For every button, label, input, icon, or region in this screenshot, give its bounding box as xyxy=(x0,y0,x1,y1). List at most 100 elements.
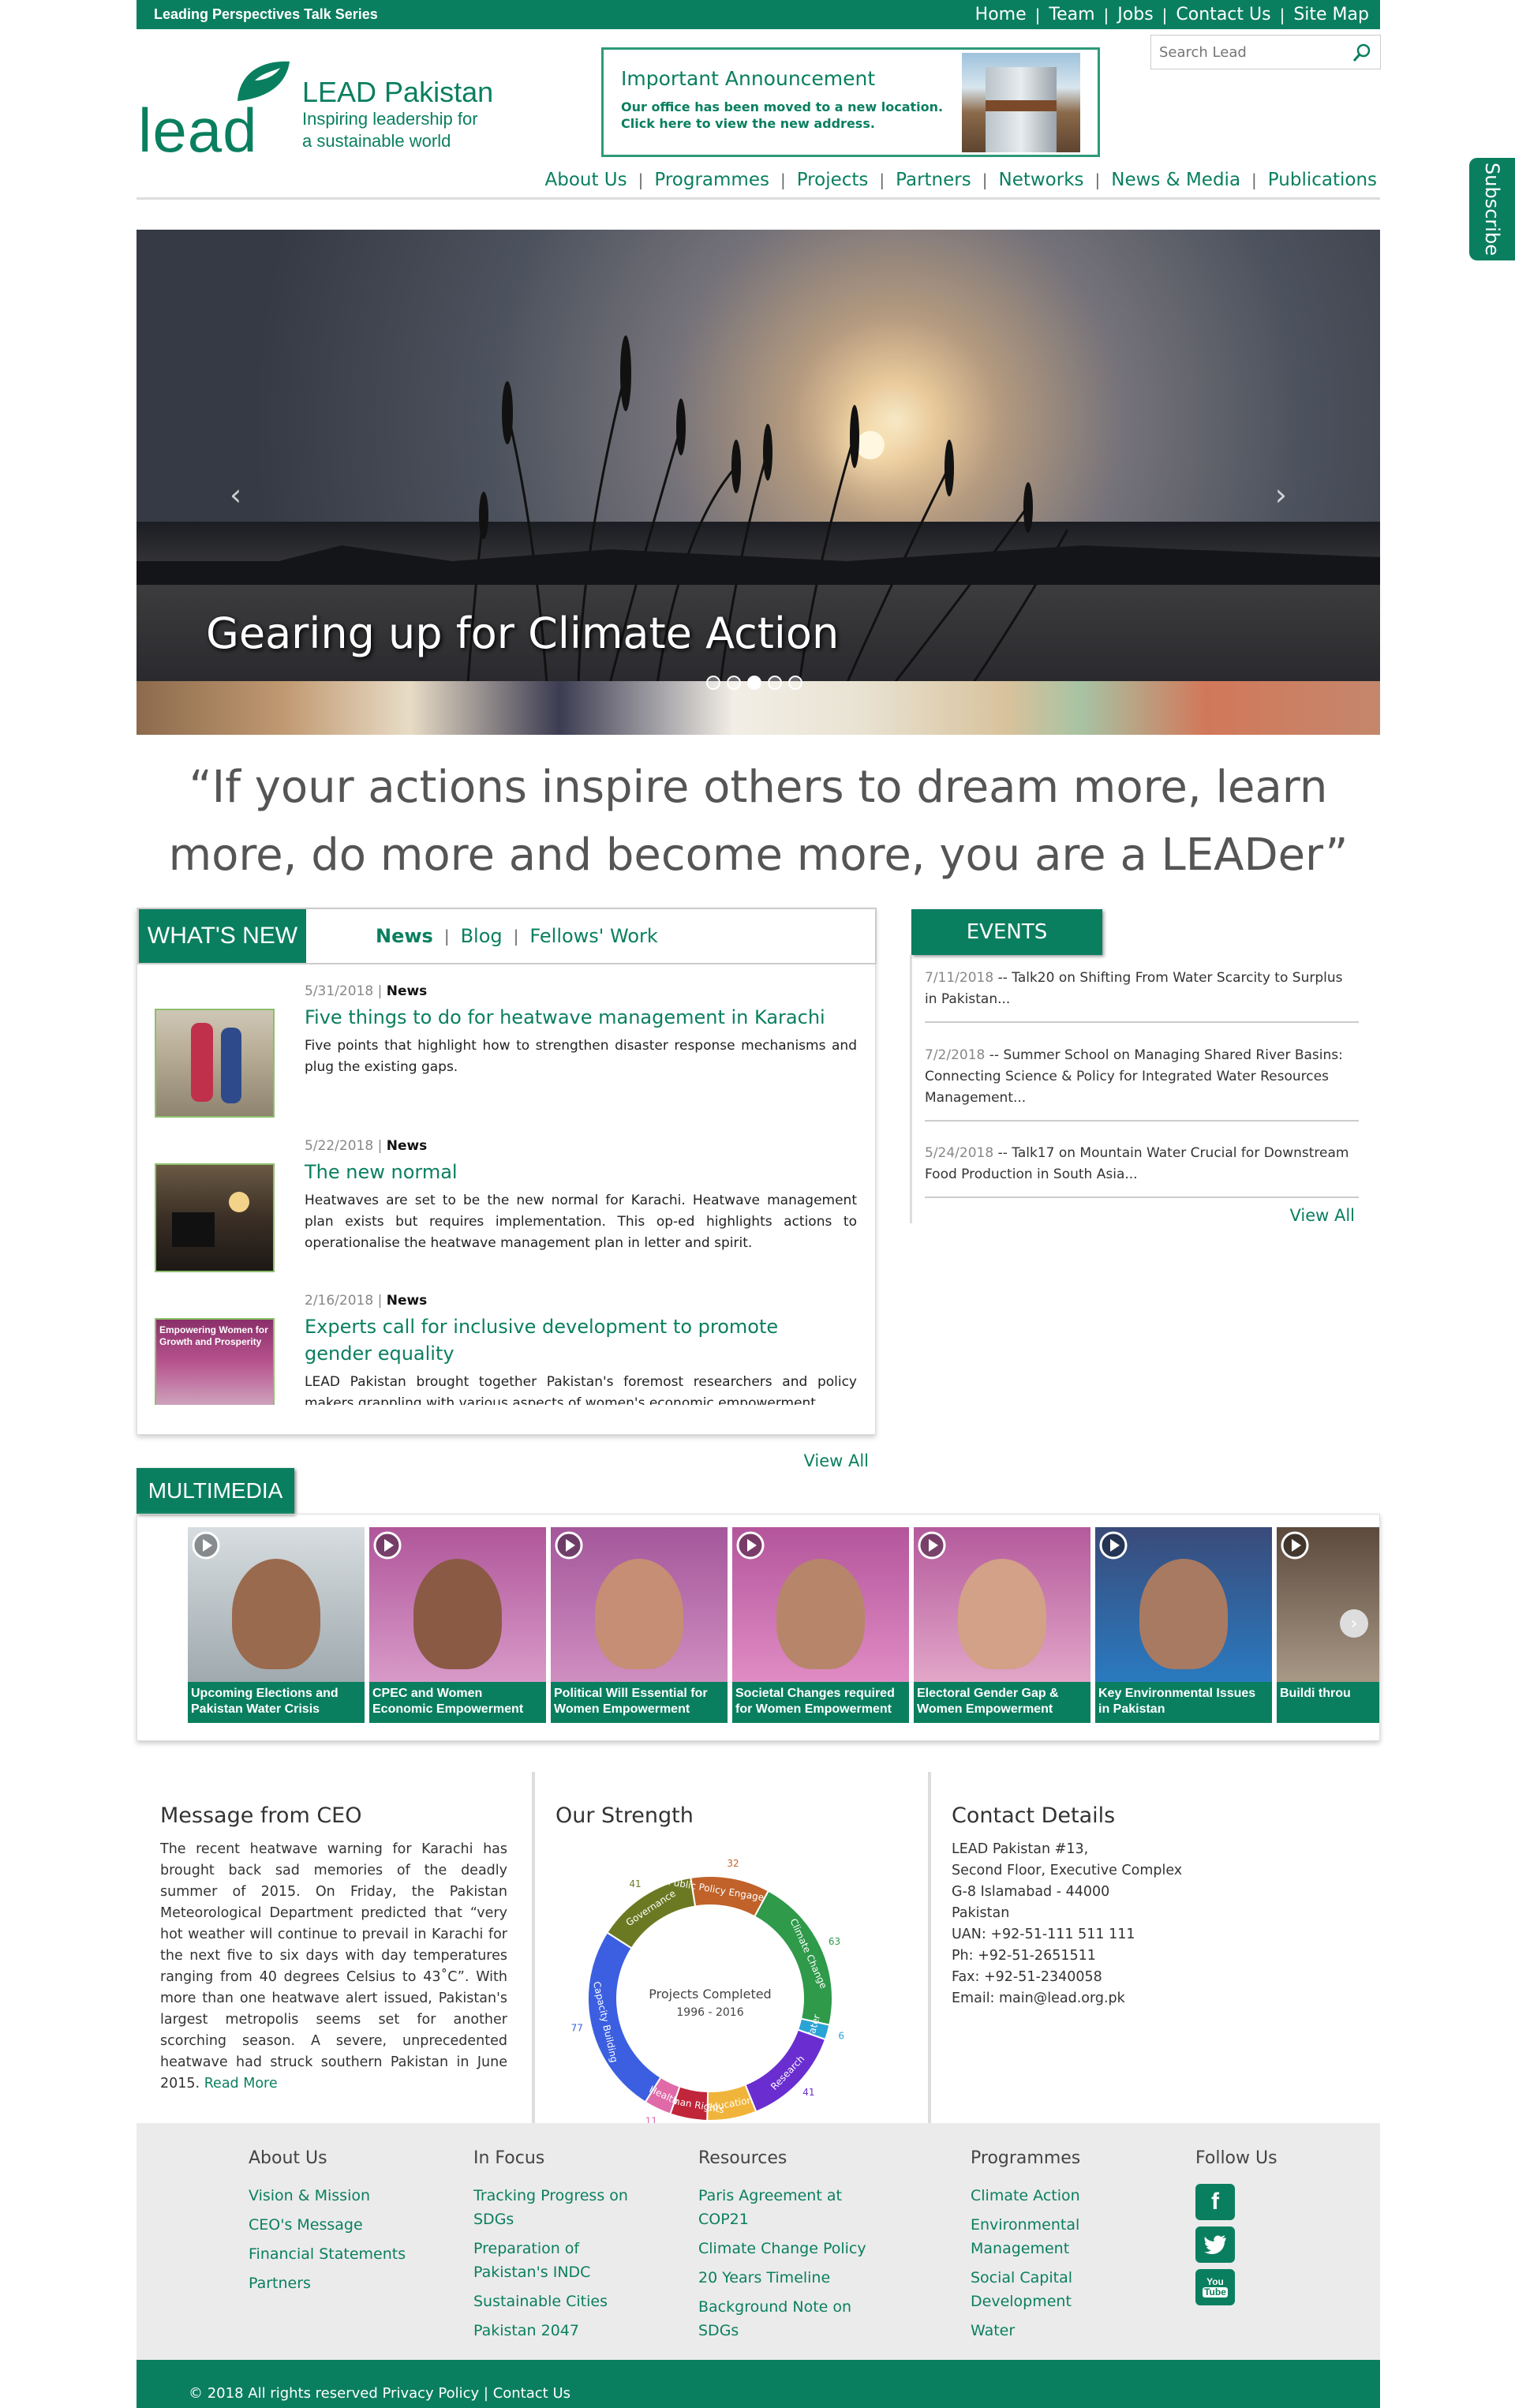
search-input[interactable] xyxy=(1151,36,1333,69)
footer-link[interactable]: Environmental Management xyxy=(971,2213,1120,2260)
video-caption: Key Environmental Issues in Pakistan xyxy=(1095,1682,1272,1723)
contact-line: UAN: +92-51-111 511 111 xyxy=(952,1927,1135,1942)
nav-publications[interactable]: Publications xyxy=(1268,170,1377,190)
leader-quote: “If your actions inspire others to dream… xyxy=(137,754,1380,889)
news-thumbnail[interactable] xyxy=(155,1009,275,1118)
event-item[interactable]: 7/11/2018 -- Talk20 on Shifting From Wat… xyxy=(925,968,1359,1023)
whats-new-header: WHAT'S NEW News | Blog | Fellows' Work xyxy=(137,908,877,964)
contact-line: Ph: +92-51-2651511 xyxy=(952,1948,1096,1964)
donut-slice xyxy=(753,1889,833,2026)
nav-news-media[interactable]: News & Media xyxy=(1111,170,1240,190)
video-card[interactable]: Electoral Gender Gap & Women Empowerment xyxy=(914,1527,1090,1723)
news-thumbnail[interactable] xyxy=(155,1163,275,1272)
top-nav-contact[interactable]: Contact Us xyxy=(1176,5,1270,24)
footer-link[interactable]: Paris Agreement at COP21 xyxy=(698,2184,888,2231)
search-icon[interactable] xyxy=(1352,43,1372,63)
tab-fellows-work[interactable]: Fellows' Work xyxy=(529,925,657,947)
nav-about-us[interactable]: About Us xyxy=(544,170,627,190)
donut-center-years: 1996 - 2016 xyxy=(676,2006,743,2019)
announcement-body[interactable]: Our office has been moved to a new locat… xyxy=(621,99,968,132)
contact-line: Second Floor, Executive Complex xyxy=(952,1863,1183,1878)
video-card[interactable]: Key Environmental Issues in Pakistan xyxy=(1095,1527,1272,1723)
contact-details: Contact Details LEAD Pakistan #13, Secon… xyxy=(952,1803,1315,2009)
event-item[interactable]: 7/2/2018 -- Summer School on Managing Sh… xyxy=(925,1045,1359,1122)
slider-dots xyxy=(706,676,802,690)
news-description: Heatwaves are set to be the new normal f… xyxy=(305,1193,857,1251)
footer-link[interactable]: Preparation of Pakistan's INDC xyxy=(473,2237,647,2284)
tab-news[interactable]: News xyxy=(376,925,433,947)
event-item[interactable]: 5/24/2018 -- Talk17 on Mountain Water Cr… xyxy=(925,1143,1359,1198)
logo-tagline: Inspiring leadership for xyxy=(302,109,478,129)
twitter-icon[interactable] xyxy=(1195,2226,1235,2263)
video-card[interactable]: CPEC and Women Economic Empowerment xyxy=(369,1527,546,1723)
play-icon xyxy=(555,1531,583,1560)
footer-link[interactable]: Water xyxy=(971,2319,1120,2342)
separator: | xyxy=(1094,170,1101,189)
events-view-all-link[interactable]: View All xyxy=(1289,1206,1355,1225)
read-more-link[interactable]: Read More xyxy=(204,2076,278,2092)
nav-networks[interactable]: Networks xyxy=(998,170,1083,190)
separator: | xyxy=(513,927,519,946)
top-nav-jobs[interactable]: Jobs xyxy=(1117,5,1153,24)
slider-dot-active[interactable] xyxy=(747,676,761,690)
video-card[interactable]: Societal Changes required for Women Empo… xyxy=(732,1527,909,1723)
top-nav-home[interactable]: Home xyxy=(975,5,1027,24)
news-title[interactable]: Experts call for inclusive development t… xyxy=(305,1313,841,1367)
slider-dot[interactable] xyxy=(706,676,720,690)
privacy-policy-link[interactable]: Privacy Policy xyxy=(383,2385,480,2402)
video-card[interactable]: Political Will Essential for Women Empow… xyxy=(551,1527,728,1723)
event-date: 7/11/2018 xyxy=(925,970,994,986)
video-caption: Buildi throu xyxy=(1277,1682,1379,1723)
footer-link[interactable]: Social Capital Development xyxy=(971,2266,1120,2313)
ceo-message: Message from CEO The recent heatwave war… xyxy=(160,1803,507,2095)
video-card[interactable]: Upcoming Elections and Pakistan Water Cr… xyxy=(188,1527,365,1723)
top-nav-sitemap[interactable]: Site Map xyxy=(1293,5,1369,24)
news-view-all-link[interactable]: View All xyxy=(803,1451,869,1470)
footer-link[interactable]: Partners xyxy=(249,2271,438,2295)
speaker-face xyxy=(595,1559,683,1669)
multimedia-carousel: Upcoming Elections and Pakistan Water Cr… xyxy=(137,1514,1380,1741)
footer-contact-link[interactable]: Contact Us xyxy=(493,2385,570,2402)
separator: | xyxy=(1103,5,1109,24)
slider-next-arrow[interactable]: › xyxy=(1275,477,1287,512)
footer-link[interactable]: Climate Change Policy xyxy=(698,2237,888,2260)
separator: | xyxy=(638,170,644,189)
nav-projects[interactable]: Projects xyxy=(797,170,869,190)
contact-line: Pakistan xyxy=(952,1905,1010,1921)
footer-link[interactable]: 20 Years Timeline xyxy=(698,2266,888,2290)
carousel-next-button[interactable]: › xyxy=(1340,1609,1368,1638)
copyright-bar: © 2018 All rights reserved Privacy Polic… xyxy=(137,2360,1380,2408)
lead-logo[interactable]: lead LEAD Pakistan Inspiring leadership … xyxy=(138,57,501,165)
announcement-box[interactable]: Important Announcement Our office has be… xyxy=(601,47,1100,157)
nav-programmes[interactable]: Programmes xyxy=(654,170,769,190)
footer-link[interactable]: CEO's Message xyxy=(249,2213,438,2237)
search-box xyxy=(1150,35,1381,69)
footer-link[interactable]: Vision & Mission xyxy=(249,2184,438,2208)
footer-link[interactable]: Sustainable Cities xyxy=(473,2290,647,2313)
tab-blog[interactable]: Blog xyxy=(461,925,503,947)
youtube-icon[interactable]: You Tube xyxy=(1195,2269,1235,2305)
events-label: EVENTS xyxy=(911,909,1102,955)
slider-dot[interactable] xyxy=(768,676,782,690)
news-title[interactable]: Five things to do for heatwave managemen… xyxy=(305,1004,841,1031)
contact-email[interactable]: Email: main@lead.org.pk xyxy=(952,1988,1315,2009)
news-thumbnail[interactable]: Empowering Women for Growth and Prosperi… xyxy=(155,1318,275,1405)
top-nav-team[interactable]: Team xyxy=(1049,5,1094,24)
footer-link[interactable]: Climate Action xyxy=(971,2184,1120,2208)
slider-prev-arrow[interactable]: ‹ xyxy=(230,477,241,512)
footer-link[interactable]: Tracking Progress on SDGs xyxy=(473,2184,647,2231)
footer-link[interactable]: Background Note on SDGs xyxy=(698,2295,888,2342)
nav-partners[interactable]: Partners xyxy=(896,170,971,190)
copyright-text: © 2018 All rights reserved xyxy=(189,2385,378,2402)
slider-dot[interactable] xyxy=(727,676,741,690)
ceo-title: Message from CEO xyxy=(160,1803,362,1828)
facebook-icon[interactable]: f xyxy=(1195,2184,1235,2220)
footer-link[interactable]: Pakistan 2047 xyxy=(473,2319,647,2342)
slider-dot[interactable] xyxy=(788,676,802,690)
footer-link[interactable]: Financial Statements xyxy=(249,2242,438,2266)
play-icon xyxy=(736,1531,765,1560)
whats-new-label: WHAT'S NEW xyxy=(139,909,306,963)
talk-series-link[interactable]: Leading Perspectives Talk Series xyxy=(154,6,378,23)
news-title[interactable]: The new normal xyxy=(305,1159,841,1185)
subscribe-tab[interactable]: Subscribe xyxy=(1469,158,1515,260)
